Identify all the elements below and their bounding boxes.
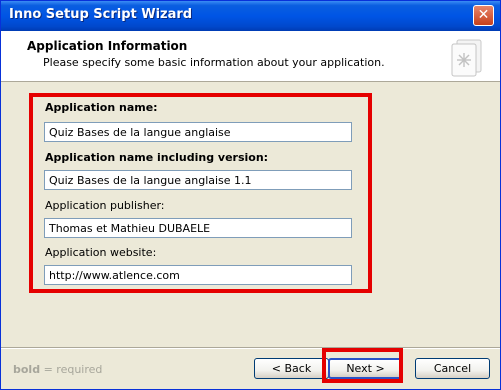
back-button[interactable]: < Back (254, 358, 329, 379)
highlight-box-next (322, 348, 403, 383)
hint-bold-word: bold (13, 363, 41, 376)
window-title: Inno Setup Script Wizard (9, 7, 193, 22)
wizard-header: Application Information Please specify s… (1, 31, 500, 82)
close-button[interactable]: ✕ (473, 5, 494, 26)
wizard-window: Inno Setup Script Wizard ✕ Application I… (0, 0, 501, 390)
hint-text: = required (40, 363, 103, 376)
footer-divider (1, 347, 500, 349)
cancel-button[interactable]: Cancel (415, 358, 490, 379)
required-hint: bold = required (13, 363, 102, 376)
page-subtitle: Please specify some basic information ab… (43, 56, 385, 69)
wizard-document-icon (451, 39, 482, 77)
title-bar[interactable]: Inno Setup Script Wizard ✕ (1, 1, 500, 31)
page-title: Application Information (27, 39, 188, 53)
highlight-box-fields (29, 93, 372, 293)
close-icon: ✕ (477, 7, 490, 23)
